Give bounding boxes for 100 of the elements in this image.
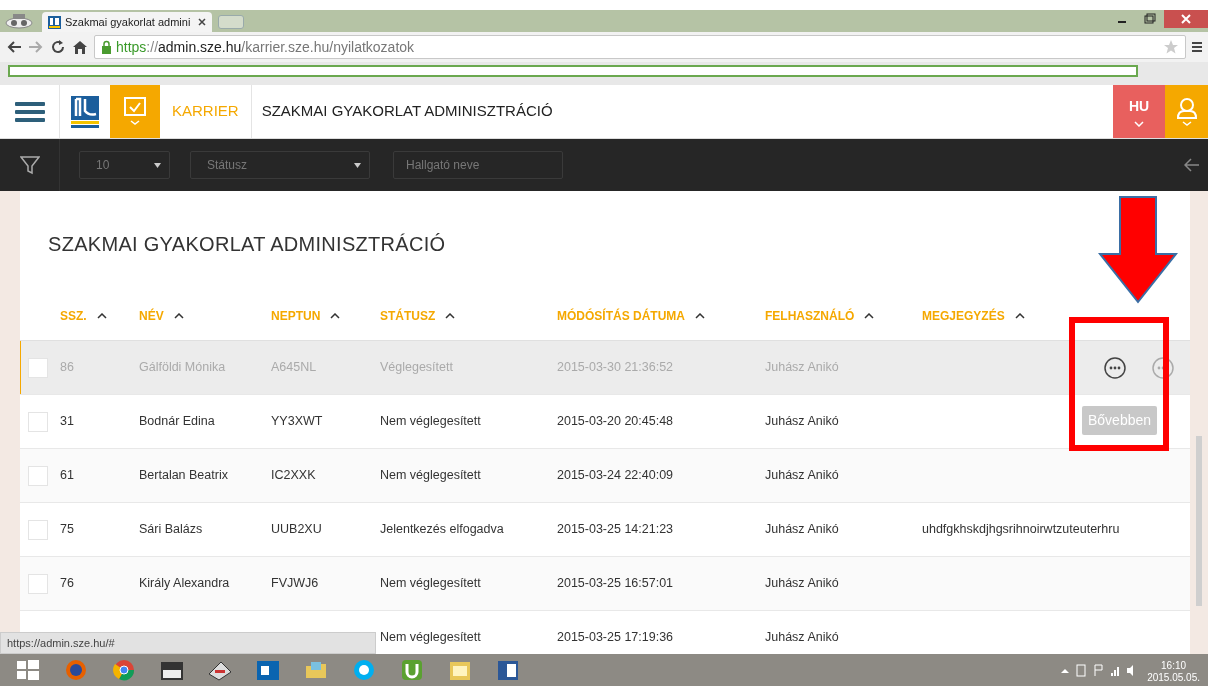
- table-cell: Nem véglegesített: [380, 576, 481, 591]
- column-header[interactable]: NEPTUN: [271, 306, 341, 325]
- torrent-app-icon[interactable]: [399, 658, 425, 682]
- table-cell: 2015-03-25 16:57:01: [557, 576, 674, 591]
- table-cell: uhdfgkhskdjhgsrihnoirwtzuteuterhru: [922, 522, 1120, 537]
- module-link[interactable]: KARRIER: [160, 85, 252, 138]
- status-url-tooltip: https://admin.sze.hu/#: [0, 631, 376, 654]
- user-button[interactable]: [1165, 85, 1208, 138]
- table-cell: Juhász Anikó: [765, 360, 839, 375]
- chevron-down-icon: [1134, 121, 1144, 127]
- table-cell: 2015-03-20 20:45:48: [557, 414, 674, 429]
- down-arrow-icon: [1098, 196, 1178, 304]
- row-checkbox[interactable]: [28, 519, 48, 540]
- menu-icon[interactable]: [14, 100, 45, 123]
- new-tab-button[interactable]: [218, 15, 244, 29]
- chat-app-icon[interactable]: [351, 658, 377, 682]
- screen-check-icon[interactable]: [123, 95, 147, 128]
- table-cell: Juhász Anikó: [765, 576, 839, 591]
- close-icon[interactable]: [1164, 10, 1208, 28]
- column-header[interactable]: FELHASZNÁLÓ: [765, 306, 875, 325]
- clock-time: 16:10: [1160, 660, 1188, 672]
- table-cell: Juhász Anikó: [765, 414, 839, 429]
- status-select[interactable]: Státusz: [190, 151, 370, 179]
- filter-icon[interactable]: [19, 155, 40, 175]
- browser-icon[interactable]: [63, 658, 89, 682]
- table-cell: 2015-03-24 22:40:09: [557, 468, 674, 483]
- page-title: SZAKMAI GYAKORLAT ADMINISZTRÁCIÓ: [48, 233, 446, 255]
- start-icon[interactable]: [15, 658, 41, 682]
- menu-icon[interactable]: [1192, 40, 1202, 54]
- browser-tab[interactable]: Szakmai gyakorlat admini: [42, 12, 212, 32]
- table-cell: 31: [60, 414, 74, 429]
- student-name-field[interactable]: Hallgató neve: [393, 151, 563, 179]
- dropdown-caret-icon: [354, 162, 361, 168]
- site-logo-icon: [48, 15, 61, 29]
- table-cell: Nem véglegesített: [380, 630, 481, 645]
- sort-caret-icon: [96, 312, 107, 319]
- user-icon: [1175, 96, 1198, 127]
- mail-app-icon[interactable]: [255, 658, 281, 682]
- lock-icon: [101, 40, 112, 54]
- row-checkbox[interactable]: [28, 465, 48, 486]
- table-cell: Bertalan Beatrix: [139, 468, 228, 483]
- back-arrow-icon[interactable]: [1184, 158, 1200, 172]
- table-cell: UUB2XU: [271, 522, 322, 537]
- sort-caret-icon: [1014, 312, 1025, 319]
- home-icon[interactable]: [72, 39, 88, 55]
- incognito-icon: [4, 13, 34, 29]
- row-checkbox[interactable]: [28, 411, 48, 432]
- page-size-select[interactable]: 10: [79, 151, 170, 179]
- tab-title: Szakmai gyakorlat admini: [65, 14, 192, 30]
- table-cell: YY3XWT: [271, 414, 323, 429]
- dropdown-caret-icon: [154, 162, 161, 168]
- sort-caret-icon: [695, 312, 705, 319]
- column-header[interactable]: MEGJEGYZÉS: [922, 306, 1025, 325]
- close-icon[interactable]: [198, 18, 206, 26]
- table-cell: Jelentkezés elfogadva: [380, 522, 504, 537]
- table-cell: Sári Balázs: [139, 522, 203, 537]
- column-header[interactable]: MÓDÓSÍTÁS DÁTUMA: [557, 306, 705, 325]
- address-field[interactable]: https://admin.sze.hu/karrier.sze.hu/nyilatkozatok: [94, 35, 1186, 59]
- table-cell: Juhász Anikó: [765, 468, 839, 483]
- table-cell: Juhász Anikó: [765, 522, 839, 537]
- sort-caret-icon: [173, 312, 184, 319]
- language-button[interactable]: HU: [1113, 85, 1165, 138]
- document-app-icon[interactable]: [495, 658, 521, 682]
- scrollbar-thumb[interactable]: [1196, 436, 1202, 606]
- row-checkbox[interactable]: [28, 357, 48, 378]
- clock-date: 2015.05.05.: [1147, 671, 1200, 683]
- table-cell: 2015-03-25 14:21:23: [557, 522, 674, 537]
- sort-caret-icon: [330, 312, 341, 319]
- row-checkbox[interactable]: [28, 573, 48, 594]
- browser-icon[interactable]: [111, 658, 137, 682]
- table-cell: 76: [60, 576, 74, 591]
- table-cell: Juhász Anikó: [765, 630, 839, 645]
- table-row[interactable]: 61 Bertalan Beatrix IC2XXK Nem véglegesített 2015-03-24 22:40:09 Juhász Anikó: [20, 449, 1190, 503]
- table-cell: 61: [60, 468, 74, 483]
- table-cell: Bodnár Edina: [139, 414, 215, 429]
- sort-caret-icon: [445, 312, 456, 319]
- table-cell: Véglegesített: [380, 360, 453, 375]
- table-cell: 2015-03-30 21:36:52: [557, 360, 674, 375]
- university-logo-icon[interactable]: [71, 95, 99, 128]
- table-cell: 75: [60, 522, 74, 537]
- back-icon[interactable]: [6, 40, 22, 54]
- column-header[interactable]: SSZ.: [60, 306, 107, 325]
- app-title: SZAKMAI GYAKORLAT ADMINISZTRÁCIÓ: [260, 101, 554, 122]
- table-row[interactable]: 76 Király Alexandra FVJWJ6 Nem véglegesített 2015-03-25 16:57:01 Juhász Anikó: [20, 557, 1190, 611]
- table-cell: 86: [60, 360, 74, 375]
- table-cell: IC2XXK: [271, 468, 316, 483]
- table-cell: Nem véglegesített: [380, 468, 481, 483]
- sort-caret-icon: [864, 312, 875, 319]
- table-cell: Király Alexandra: [139, 576, 230, 591]
- star-icon[interactable]: [1163, 39, 1179, 55]
- table-cell: FVJWJ6: [271, 576, 319, 591]
- column-header[interactable]: STÁTUSZ: [380, 306, 456, 325]
- table-row[interactable]: 86 Gálföldi Mónika A645NL Véglegesített 2015-03-30 21:36:52 Juhász Anikó: [20, 341, 1190, 395]
- forward-icon[interactable]: [28, 40, 44, 54]
- reload-icon[interactable]: [50, 39, 66, 55]
- table-cell: 2015-03-25 17:19:36: [557, 630, 674, 645]
- table-cell: Nem véglegesített: [380, 414, 481, 429]
- table-cell: Gálföldi Mónika: [139, 360, 226, 375]
- column-header[interactable]: NÉV: [139, 306, 184, 325]
- more-icon[interactable]: [1104, 356, 1126, 379]
